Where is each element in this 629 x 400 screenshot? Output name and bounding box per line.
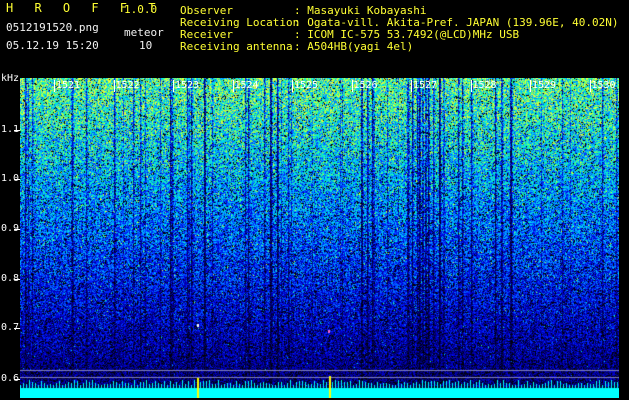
time-tick-label: 1530 (591, 80, 616, 91)
time-tick-label: 1525 (294, 80, 319, 91)
frequency-tick-mark (14, 229, 20, 230)
time-tick-mark (173, 80, 174, 92)
time-tick-label: 1521 (56, 80, 81, 91)
time-tick-mark (232, 80, 234, 92)
meteor-count: 10 (139, 39, 153, 52)
frequency-tick-mark (14, 130, 20, 131)
meteor-label: meteor (124, 26, 164, 39)
info-label-antenna: Receiving antenna (180, 40, 293, 53)
time-tick-mark (351, 80, 353, 92)
time-tick-mark (589, 80, 591, 92)
app-version: 1.0.0 (124, 3, 158, 16)
time-tick-mark (292, 80, 293, 92)
time-tick-mark (113, 80, 115, 92)
frequency-axis (0, 70, 20, 400)
time-tick-label: 1529 (532, 80, 557, 91)
time-tick-label: 1522 (115, 80, 140, 91)
info-value-antenna: : A504HB(yagi 4el) (294, 40, 414, 53)
time-tick-mark (54, 80, 55, 92)
time-tick-label: 1527 (413, 80, 438, 91)
time-tick-label: 1524 (234, 80, 259, 91)
frequency-tick-mark (14, 328, 20, 329)
time-tick-label: 1528 (472, 80, 497, 91)
time-tick-label: 1526 (353, 80, 378, 91)
filename-label: 0512191520.png (6, 21, 99, 34)
frequency-tick-mark (14, 179, 20, 180)
frequency-tick-mark (14, 279, 20, 280)
time-tick-mark (411, 80, 412, 92)
frequency-unit-label: kHz (1, 73, 20, 84)
datetime-label: 05.12.19 15:20 (6, 39, 99, 52)
time-tick-mark (470, 80, 472, 92)
time-tick-mark (530, 80, 531, 92)
time-tick-label: 1523 (175, 80, 200, 91)
spectrogram-canvas (20, 78, 619, 398)
frequency-tick-mark (14, 379, 20, 380)
